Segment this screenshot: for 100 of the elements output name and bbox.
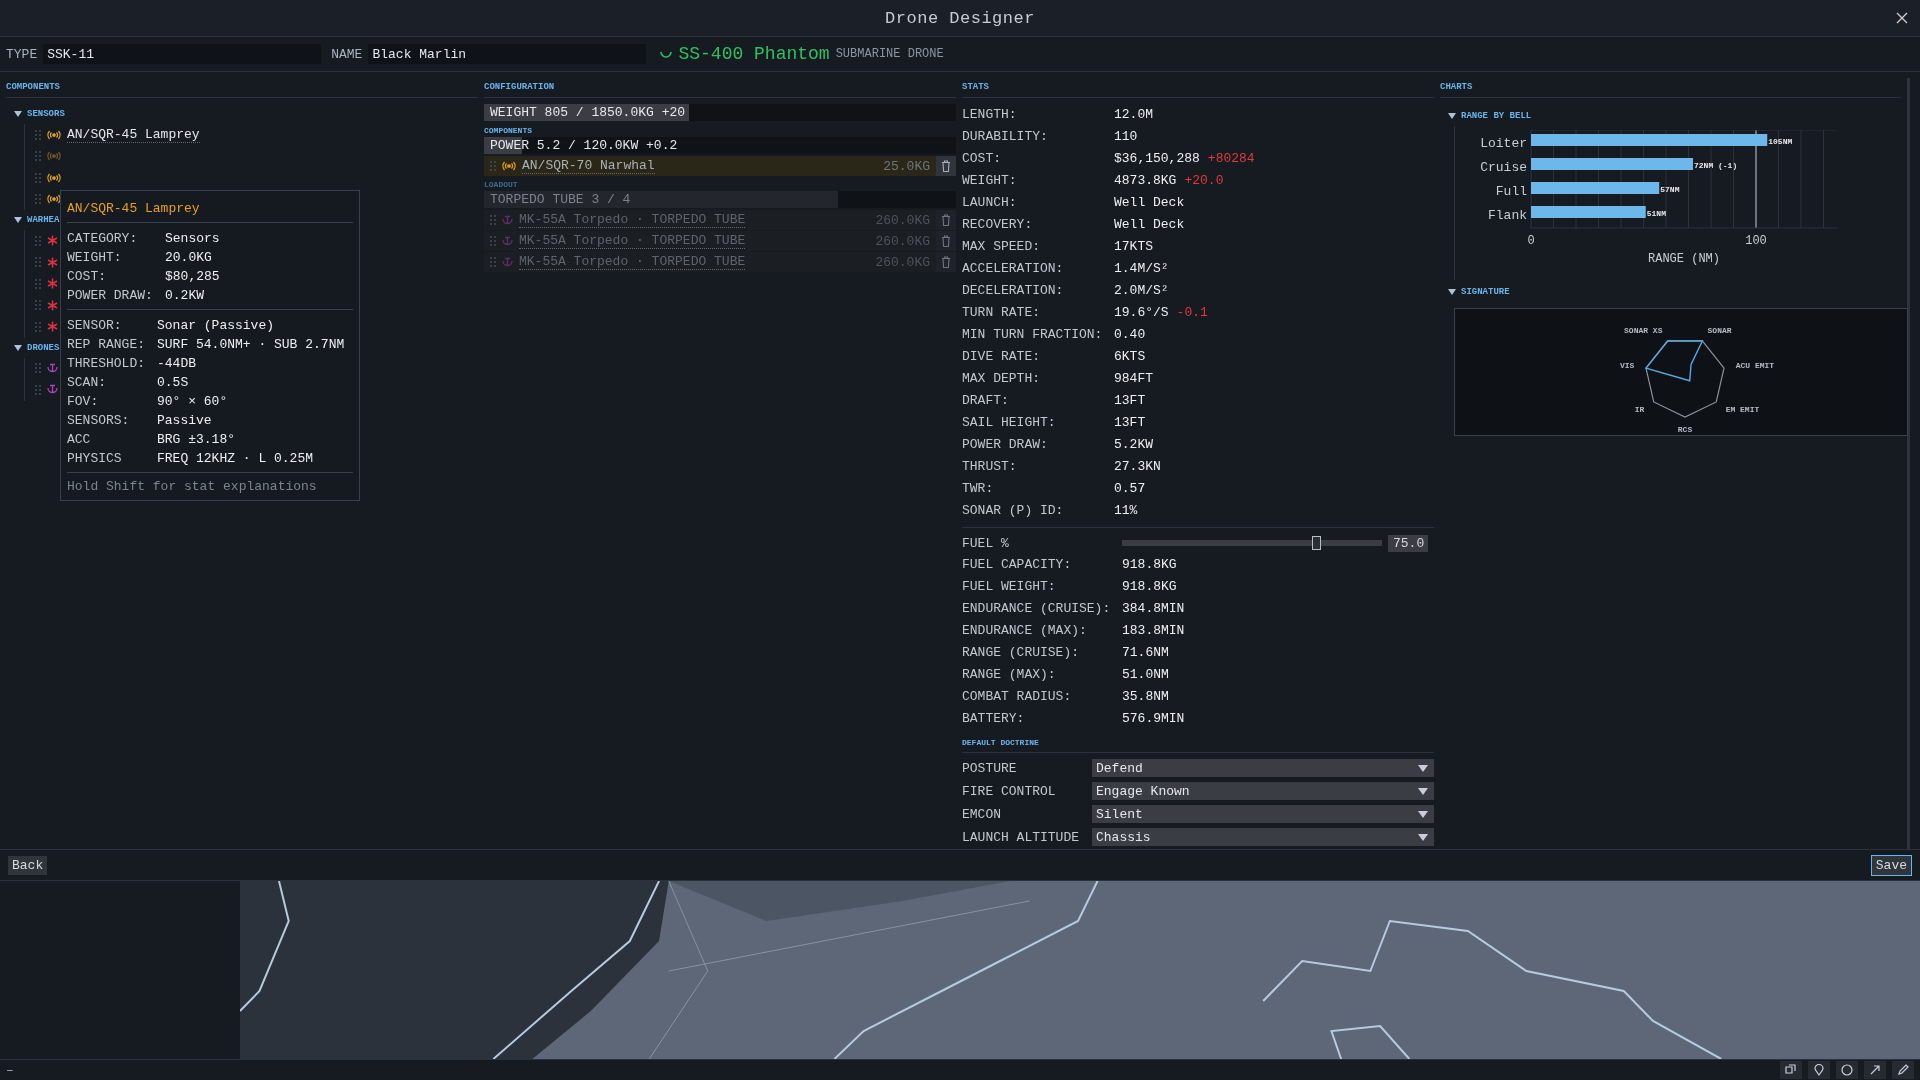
axis-label: SONAR XS bbox=[1624, 326, 1663, 336]
drag-handle-icon[interactable] bbox=[35, 129, 41, 140]
section-title: DEFAULT DOCTRINE bbox=[962, 734, 1434, 753]
stat-value: Passive bbox=[157, 413, 213, 428]
doctrine-dropdown[interactable]: Engage Known bbox=[1092, 782, 1434, 800]
group-label[interactable]: DRONES bbox=[27, 342, 60, 353]
stat-value: 4873.8KG bbox=[1114, 172, 1177, 190]
stat-label: THRESHOLD: bbox=[67, 356, 146, 371]
stat-delta: +80284 bbox=[1207, 150, 1255, 168]
stat-value: FREQ 12KHZ · L 0.25M bbox=[157, 451, 315, 466]
doctrine-dropdown[interactable]: Defend bbox=[1092, 759, 1434, 777]
stat-value: 20.0KG bbox=[165, 250, 213, 265]
slider-thumb[interactable] bbox=[1312, 536, 1321, 550]
drag-handle-icon[interactable] bbox=[35, 363, 41, 374]
section-title: CHARTS bbox=[1440, 78, 1901, 98]
drag-handle-icon[interactable] bbox=[35, 151, 41, 162]
stat-value: 0.5S bbox=[157, 375, 190, 390]
delete-button[interactable] bbox=[936, 156, 956, 176]
asterisk-icon bbox=[47, 278, 58, 290]
close-button[interactable] bbox=[1894, 10, 1910, 26]
stat-label: FOV: bbox=[67, 394, 100, 409]
group-label[interactable]: SENSORS bbox=[27, 109, 65, 119]
layers-icon[interactable] bbox=[1780, 1061, 1802, 1079]
stat-value: 13FT bbox=[1114, 392, 1146, 410]
stat-value: 0.57 bbox=[1114, 480, 1146, 498]
value-label: 105NM bbox=[1768, 137, 1793, 146]
chart-title[interactable]: RANGE BY BELL bbox=[1461, 111, 1532, 121]
stat-value: 27.3KN bbox=[1114, 458, 1161, 476]
stat-value: 13FT bbox=[1114, 414, 1146, 432]
stat-label: SAIL HEIGHT: bbox=[962, 414, 1057, 432]
expand-icon[interactable] bbox=[14, 111, 22, 117]
save-button[interactable]: Save bbox=[1870, 854, 1912, 876]
trash-icon bbox=[941, 256, 951, 268]
stat-label: DIVE RATE: bbox=[962, 348, 1041, 366]
anchor-icon bbox=[47, 384, 58, 396]
doctrine-dropdown[interactable]: Chassis bbox=[1092, 828, 1434, 846]
doctrine-label: POSTURE bbox=[962, 760, 1018, 776]
stat-value: SURF 54.0NM+ · SUB 2.7NM bbox=[157, 337, 346, 352]
smile-icon bbox=[660, 50, 673, 58]
stat-label: SCAN: bbox=[67, 375, 107, 390]
category-label: Cruise bbox=[1480, 160, 1527, 175]
expand-icon[interactable] bbox=[14, 217, 22, 223]
map-pin-icon[interactable] bbox=[1808, 1061, 1830, 1079]
stat-value: 576.9MIN bbox=[1122, 710, 1186, 728]
section-title: STATS bbox=[962, 78, 1434, 98]
stat-label: DURABILITY: bbox=[962, 128, 1049, 146]
expand-icon[interactable] bbox=[1448, 113, 1456, 119]
stat-value: $36,150,288 bbox=[1114, 150, 1200, 168]
stat-label: DECELERATION: bbox=[962, 282, 1065, 300]
anchor-icon bbox=[502, 235, 513, 247]
type-label: TYPE bbox=[6, 46, 38, 62]
axis-label: EM EMIT bbox=[1725, 405, 1760, 415]
stat-label: THRUST: bbox=[962, 458, 1018, 476]
drag-handle-icon[interactable] bbox=[35, 235, 41, 246]
name-field[interactable]: Black Marlin bbox=[368, 44, 647, 64]
drag-handle-icon[interactable] bbox=[35, 257, 41, 268]
dropdown-caret-icon bbox=[1418, 833, 1428, 841]
subsection-title: COMPONENTS bbox=[484, 125, 533, 137]
back-button[interactable]: Back bbox=[8, 855, 48, 875]
value-label: 72NM (-1) bbox=[1694, 161, 1738, 170]
drag-handle-icon[interactable] bbox=[35, 321, 41, 332]
drag-handle-icon[interactable] bbox=[490, 161, 496, 171]
stat-label: SENSOR: bbox=[67, 318, 123, 333]
component-item[interactable]: AN/SQR-45 Lamprey bbox=[67, 126, 200, 143]
group-label[interactable]: WARHEA bbox=[27, 215, 60, 225]
axis-label: IR bbox=[1634, 405, 1645, 415]
pencil-icon[interactable] bbox=[1892, 1061, 1914, 1079]
drag-handle-icon[interactable] bbox=[35, 384, 41, 395]
fuel-slider[interactable] bbox=[1122, 536, 1382, 550]
capacity-text: POWER 5.2 / 120.0KW +0.2 bbox=[489, 138, 678, 153]
stat-value: 17KTS bbox=[1114, 238, 1153, 256]
expand-icon[interactable] bbox=[1448, 289, 1456, 295]
component-weight: 25.0KG bbox=[883, 158, 930, 174]
drag-handle-icon[interactable] bbox=[35, 172, 41, 183]
drag-handle-icon[interactable] bbox=[35, 278, 41, 289]
chart-title[interactable]: SIGNATURE bbox=[1461, 287, 1510, 297]
stat-value: Sensors bbox=[165, 231, 221, 246]
stat-label: RANGE (MAX): bbox=[962, 666, 1057, 684]
axis-tick: 0 bbox=[1527, 234, 1535, 248]
drag-handle-icon[interactable] bbox=[35, 194, 41, 205]
axis-label: ACU EMIT bbox=[1735, 361, 1775, 371]
stat-delta: -0.1 bbox=[1176, 304, 1208, 322]
fuel-value-field[interactable]: 75.0 bbox=[1388, 534, 1428, 552]
category-label: Flank bbox=[1488, 208, 1527, 223]
doctrine-dropdown[interactable]: Silent bbox=[1092, 805, 1434, 823]
stat-value: Sonar (Passive) bbox=[157, 318, 276, 333]
stat-label: COST: bbox=[962, 150, 1002, 168]
component-name[interactable]: AN/SQR-70 Narwhal bbox=[522, 158, 655, 174]
tooltip-hint: Hold Shift for stat explanations bbox=[67, 478, 318, 494]
axis-label: RCS bbox=[1677, 425, 1693, 434]
stat-label: ACC bbox=[67, 432, 92, 447]
stat-value: 35.8NM bbox=[1122, 688, 1170, 706]
stat-value: 384.8MIN bbox=[1122, 600, 1186, 618]
type-field[interactable]: SSK-11 bbox=[43, 44, 322, 64]
value-label: 57NM bbox=[1660, 185, 1680, 194]
drag-handle-icon[interactable] bbox=[35, 300, 41, 311]
stat-value: -44DB bbox=[157, 356, 197, 371]
expand-icon[interactable] bbox=[14, 344, 22, 351]
trash-icon bbox=[941, 160, 951, 172]
capacity-text: WEIGHT 805 / 1850.0KG +20 bbox=[489, 105, 686, 120]
